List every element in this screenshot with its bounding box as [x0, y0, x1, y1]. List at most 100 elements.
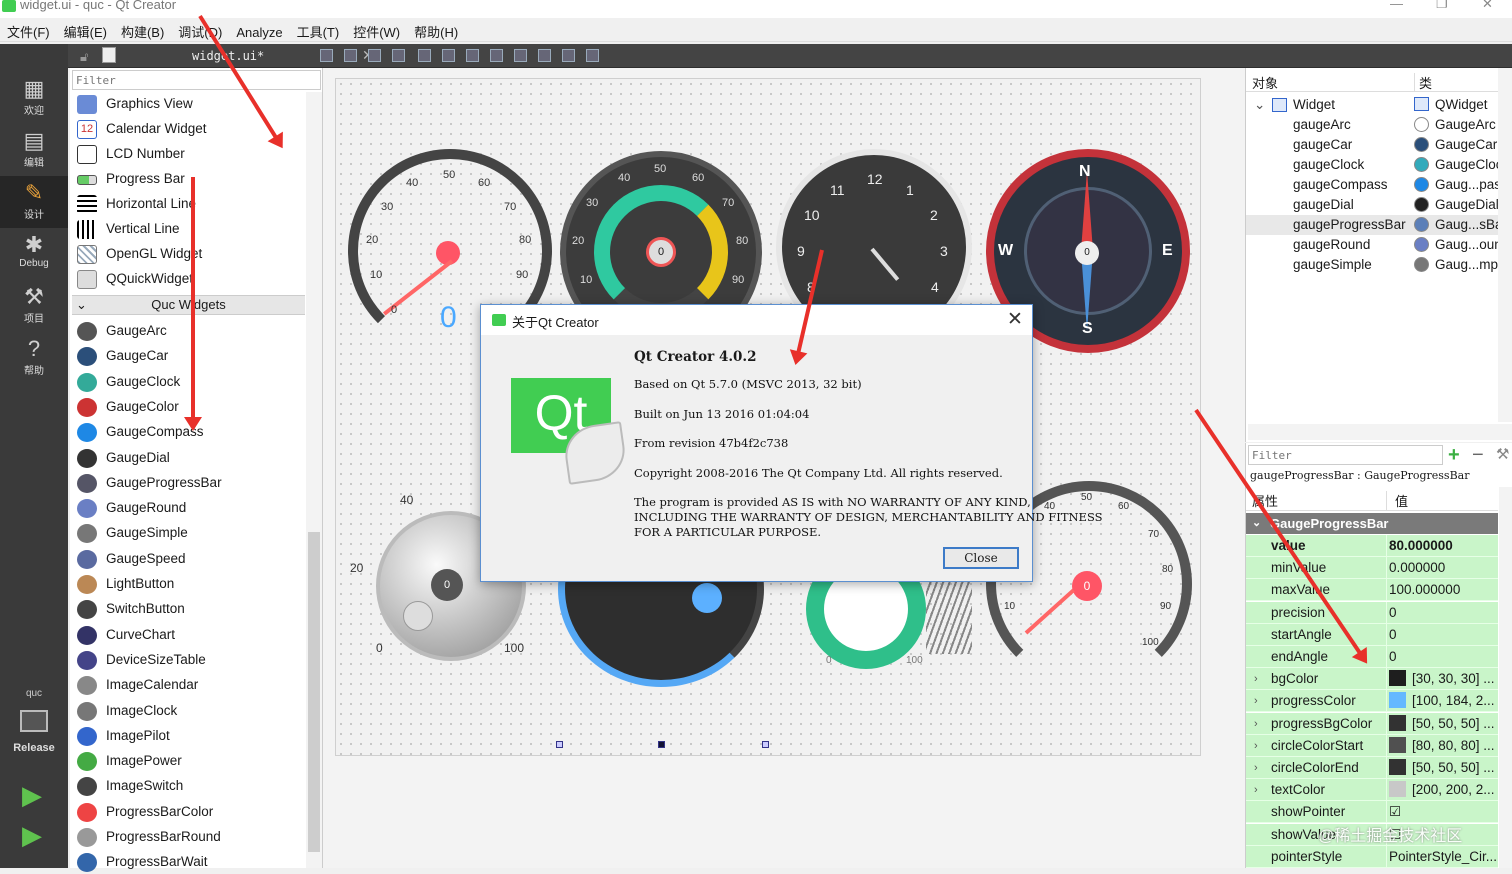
object-row-gaugedial[interactable]: gaugeDial GaugeDial [1246, 195, 1498, 215]
property-row-textcolor[interactable]: › textColor [200, 200, 2... [1246, 779, 1498, 802]
property-value[interactable]: [200, 200, 2... [1386, 779, 1498, 802]
widget-item-switchbutton[interactable]: SwitchButton [76, 597, 306, 621]
mode-projects[interactable]: ⚒ 项目 [0, 280, 68, 332]
mode-design[interactable]: ✎ 设计 [0, 176, 68, 228]
selection-handle[interactable] [762, 741, 769, 748]
property-row-showpointer[interactable]: showPointer ☑ [1246, 801, 1498, 824]
scrollbar-thumb[interactable] [308, 532, 320, 852]
object-row-gaugecompass[interactable]: gaugeCompassGaug...pass [1246, 175, 1498, 195]
property-value[interactable]: 0 [1386, 623, 1498, 646]
selection-handle[interactable] [556, 741, 563, 748]
property-row-progresscolor[interactable]: › progressColor [100, 184, 2... [1246, 690, 1498, 713]
widget-item-imagepower[interactable]: ImagePower [76, 749, 306, 773]
chevron-right-icon[interactable]: › [1254, 735, 1258, 757]
widget-item-progressbarwait[interactable]: ProgressBarWait [76, 850, 306, 874]
edit-buddies-icon[interactable] [368, 49, 381, 62]
menu-edit[interactable]: 编辑(E) [57, 18, 114, 41]
column-object[interactable]: 对象 [1252, 73, 1278, 92]
property-filter-input[interactable] [1248, 445, 1443, 465]
edit-tab-order-icon[interactable] [392, 49, 405, 62]
widget-item-curvechart[interactable]: CurveChart [76, 623, 306, 647]
property-row-precision[interactable]: precision 0 [1246, 601, 1498, 624]
object-row-gaugearc[interactable]: gaugeArc GaugeArc [1246, 115, 1498, 135]
menu-tools[interactable]: 工具(T) [290, 18, 347, 41]
property-value[interactable]: 80.000000 [1386, 535, 1498, 557]
property-row-pointerstyle[interactable]: pointerStyle PointerStyle_Cir... [1246, 845, 1498, 868]
property-value[interactable]: 0.000000 [1386, 557, 1498, 580]
mode-welcome[interactable]: ▦ 欢迎 [0, 72, 68, 124]
property-value[interactable]: [100, 184, 2... [1386, 690, 1498, 713]
property-value[interactable]: 0 [1386, 601, 1498, 624]
property-group[interactable]: ⌄ GaugeProgressBar [1246, 513, 1498, 534]
minimize-icon[interactable]: — [1390, 0, 1403, 11]
menu-help[interactable]: 帮助(H) [407, 18, 465, 41]
property-value[interactable]: [50, 50, 50] ... [1386, 712, 1498, 735]
property-row-maxvalue[interactable]: maxValue 100.000000 [1246, 579, 1498, 602]
menu-build[interactable]: 构建(B) [114, 18, 171, 41]
widget-item-devicesizetable[interactable]: DeviceSizeTable [76, 648, 306, 672]
widget-item-imageclock[interactable]: ImageClock [76, 699, 306, 723]
property-editor-vscroll[interactable] [1499, 487, 1512, 868]
mode-debug[interactable]: ✱ Debug [0, 228, 68, 280]
remove-property-icon[interactable]: − [1472, 444, 1484, 467]
property-value[interactable]: [80, 80, 80] ... [1386, 734, 1498, 757]
property-value[interactable]: 0 [1386, 646, 1498, 668]
adjust-size-icon[interactable] [586, 49, 599, 62]
mode-help[interactable]: ? 帮助 [0, 332, 68, 384]
menu-widgets[interactable]: 控件(W) [346, 18, 407, 41]
splitter-vertical-icon[interactable] [490, 49, 503, 62]
widget-item-progressbarround[interactable]: ProgressBarRound [76, 825, 306, 849]
edit-signals-icon[interactable] [344, 49, 357, 62]
break-layout-icon[interactable] [562, 49, 575, 62]
close-window-icon[interactable]: ✕ [1482, 0, 1493, 12]
property-value[interactable]: PointerStyle_Cir... [1386, 845, 1498, 868]
wrench-icon[interactable]: ⚒ [1496, 445, 1509, 463]
mode-edit[interactable]: ▤ 编辑 [0, 124, 68, 176]
selection-handle[interactable] [658, 741, 665, 748]
monitor-icon[interactable] [20, 710, 48, 732]
widget-item-imagepilot[interactable]: ImagePilot [76, 724, 306, 748]
category-quc-widgets[interactable]: ⌄ Quc Widgets [72, 295, 305, 315]
object-inspector-hscroll[interactable] [1248, 424, 1512, 440]
property-value[interactable]: [50, 50, 50] ... [1386, 757, 1498, 779]
chevron-right-icon[interactable]: › [1254, 668, 1258, 690]
add-property-icon[interactable]: + [1448, 444, 1460, 467]
layout-form-icon[interactable] [514, 49, 527, 62]
widget-item-gaugeprogressbar[interactable]: GaugeProgressBar [76, 471, 306, 495]
property-row-circlecolorend[interactable]: › circleColorEnd [50, 50, 50] ... [1246, 757, 1498, 779]
property-row-startangle[interactable]: startAngle 0 [1246, 623, 1498, 646]
property-row-minvalue[interactable]: minValue 0.000000 [1246, 557, 1498, 580]
object-inspector-vscroll[interactable] [1498, 68, 1512, 422]
maximize-icon[interactable]: ❐ [1436, 0, 1448, 12]
widget-item-gaugespeed[interactable]: GaugeSpeed [76, 547, 306, 571]
property-value[interactable]: [30, 30, 30] ... [1386, 668, 1498, 691]
object-row-gaugecar[interactable]: gaugeCar GaugeCar [1246, 135, 1498, 155]
object-row-gaugesimple[interactable]: gaugeSimpleGaug...mple [1246, 255, 1498, 275]
property-value[interactable]: 100.000000 [1386, 579, 1498, 602]
object-row-gaugeclock[interactable]: gaugeClockGaugeClock [1246, 155, 1498, 175]
widget-item-progressbarcolor[interactable]: ProgressBarColor [76, 800, 306, 824]
edit-widgets-icon[interactable] [320, 49, 333, 62]
widget-item-imageswitch[interactable]: ImageSwitch [76, 774, 306, 798]
chevron-right-icon[interactable]: › [1254, 690, 1258, 712]
property-row-bgcolor[interactable]: › bgColor [30, 30, 30] ... [1246, 668, 1498, 691]
widget-item-graphics-view[interactable]: Graphics View [76, 92, 306, 116]
layout-vertical-icon[interactable] [442, 49, 455, 62]
debug-run-icon[interactable]: ▶ [22, 820, 42, 851]
widget-item-gaugesimple[interactable]: GaugeSimple [76, 521, 306, 545]
object-row-gaugeprogressbar[interactable]: gaugeProgressBarGaug...sBar [1246, 215, 1498, 235]
menu-file[interactable]: 文件(F) [0, 18, 57, 41]
property-value[interactable]: ☑ [1386, 801, 1498, 824]
menu-analyze[interactable]: Analyze [229, 21, 289, 40]
object-row-widget[interactable]: ⌄ Widget QWidget [1246, 95, 1498, 115]
layout-grid-icon[interactable] [538, 49, 551, 62]
widget-item-lightbutton[interactable]: LightButton [76, 572, 306, 596]
property-row-circlecolorstart[interactable]: › circleColorStart [80, 80, 80] ... [1246, 734, 1498, 757]
widget-filter-input[interactable] [72, 70, 321, 90]
splitter-horizontal-icon[interactable] [466, 49, 479, 62]
close-button[interactable]: Close [943, 547, 1019, 569]
chevron-right-icon[interactable]: › [1254, 779, 1258, 801]
layout-horizontal-icon[interactable] [418, 49, 431, 62]
column-class[interactable]: 类 [1414, 73, 1432, 92]
widget-item-gaugedial[interactable]: GaugeDial [76, 446, 306, 470]
